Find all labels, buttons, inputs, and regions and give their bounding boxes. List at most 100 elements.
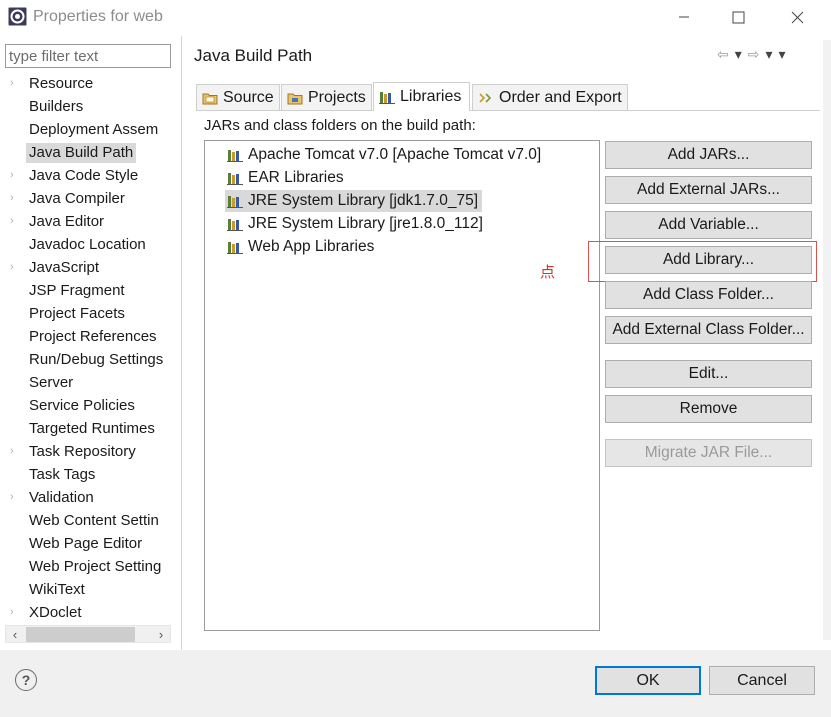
cancel-button[interactable]: Cancel [709, 666, 815, 695]
add-external-class-folder-button[interactable]: Add External Class Folder... [605, 316, 812, 344]
expand-chevron-icon[interactable]: › [10, 169, 14, 181]
tree-item[interactable]: Web Content Settin [0, 509, 181, 532]
tab-label: Projects [308, 88, 366, 106]
tab-label: Source [223, 88, 274, 106]
expand-chevron-icon[interactable]: › [10, 261, 14, 273]
tree-item[interactable]: Server [0, 371, 181, 394]
edit-button[interactable]: Edit... [605, 360, 812, 388]
library-item-label: Apache Tomcat v7.0 [Apache Tomcat v7.0] [248, 146, 542, 163]
expand-chevron-icon[interactable]: › [10, 606, 14, 618]
tree-item[interactable]: Web Page Editor [0, 532, 181, 555]
add-jars-button[interactable]: Add JARs... [605, 141, 812, 169]
migrate-jar-file-button: Migrate JAR File... [605, 439, 812, 467]
tab-libraries[interactable]: Libraries [373, 82, 470, 111]
pane-splitter[interactable] [181, 36, 182, 650]
forward-arrow-icon[interactable]: ⇨ [748, 46, 760, 63]
library-item[interactable]: Apache Tomcat v7.0 [Apache Tomcat v7.0] [225, 144, 541, 166]
tree-item-label: Validation [29, 489, 94, 506]
tree-item-label: Resource [29, 75, 94, 92]
tree-item-label: Java Code Style [29, 167, 139, 184]
tree-item[interactable]: › Validation [0, 486, 181, 509]
scrollbar-thumb[interactable] [26, 627, 135, 642]
tree-item-label: Web Page Editor [29, 535, 143, 552]
expand-chevron-icon[interactable]: › [10, 491, 14, 503]
minimize-button[interactable] [664, 4, 704, 30]
tree-item[interactable]: › JavaScript [0, 256, 181, 279]
scroll-left-icon[interactable]: ‹ [7, 626, 23, 643]
ok-button[interactable]: OK [595, 666, 701, 695]
vertical-scrollbar[interactable] [823, 40, 831, 640]
tree-item-label: Task Tags [29, 466, 96, 483]
tab-source[interactable]: Source [196, 84, 280, 110]
tree-item-label: Task Repository [29, 443, 136, 460]
library-item[interactable]: JRE System Library [jre1.8.0_112] [225, 213, 483, 235]
add-class-folder-button[interactable]: Add Class Folder... [605, 281, 812, 309]
tree-item-label: Project Facets [29, 305, 125, 322]
tree-item[interactable]: Builders [0, 95, 181, 118]
eclipse-app-icon [8, 7, 27, 26]
tab-order-and-export[interactable]: Order and Export [472, 84, 628, 110]
annotation-text: 点 [540, 264, 556, 281]
tree-item-label: Deployment Assem [29, 121, 159, 138]
tree-item[interactable]: Project References [0, 325, 181, 348]
library-item-label: JRE System Library [jdk1.7.0_75] [248, 192, 479, 209]
back-menu-chevron-icon[interactable]: ▾ [735, 46, 742, 63]
tab-label: Libraries [400, 88, 462, 105]
library-icon [227, 219, 243, 231]
tree-item-label: Project References [29, 328, 157, 345]
tree-item-label: Java Build Path [26, 143, 137, 163]
expand-chevron-icon[interactable]: › [10, 445, 14, 457]
tree-item[interactable]: › Task Repository [0, 440, 181, 463]
tree-item[interactable]: › Java Code Style [0, 164, 181, 187]
expand-chevron-icon[interactable]: › [10, 192, 14, 204]
add-variable-button[interactable]: Add Variable... [605, 211, 812, 239]
tab-projects[interactable]: Projects [281, 84, 372, 110]
page-header: Java Build Path ⇦ ▾ ⇨ ▾ ▾ [182, 36, 831, 76]
library-item-label: JRE System Library [jre1.8.0_112] [248, 215, 483, 232]
tree-item[interactable]: › Resource [0, 72, 181, 95]
tree-item[interactable]: Run/Debug Settings [0, 348, 181, 371]
tree-item[interactable]: Service Policies [0, 394, 181, 417]
horizontal-scrollbar[interactable]: ‹ › [5, 625, 171, 643]
add-library-button[interactable]: Add Library... [605, 246, 812, 274]
tree-item[interactable]: Targeted Runtimes [0, 417, 181, 440]
library-list[interactable]: Apache Tomcat v7.0 [Apache Tomcat v7.0] E… [204, 140, 600, 631]
view-menu-chevron-icon[interactable]: ▾ [779, 46, 786, 63]
tree-item[interactable]: Task Tags [0, 463, 181, 486]
library-item-label: EAR Libraries [248, 169, 344, 186]
title-bar: Properties for web [0, 0, 831, 36]
tree-item-label: JavaScript [29, 259, 100, 276]
tree-item[interactable]: Java Build Path [0, 141, 181, 164]
library-item[interactable]: Web App Libraries [225, 236, 374, 258]
expand-chevron-icon[interactable]: › [10, 215, 14, 227]
add-external-jars-button[interactable]: Add External JARs... [605, 176, 812, 204]
close-button[interactable] [777, 4, 817, 30]
help-icon[interactable]: ? [15, 669, 37, 691]
expand-chevron-icon[interactable]: › [10, 77, 14, 89]
tab-label: Order and Export [499, 88, 622, 106]
tree-item[interactable]: Web Project Setting [0, 555, 181, 578]
tree-item[interactable]: JSP Fragment [0, 279, 181, 302]
tree-item[interactable]: › Java Editor [0, 210, 181, 233]
remove-button[interactable]: Remove [605, 395, 812, 423]
libraries-heading: JARs and class folders on the build path… [204, 117, 476, 134]
tree-item[interactable]: WikiText [0, 578, 181, 601]
tree-item[interactable]: Project Facets [0, 302, 181, 325]
library-item[interactable]: EAR Libraries [225, 167, 344, 189]
tree-item[interactable]: › Java Compiler [0, 187, 181, 210]
close-icon [791, 11, 803, 23]
tree-item[interactable]: Deployment Assem [0, 118, 181, 141]
maximize-icon [732, 11, 744, 23]
library-icon [227, 150, 243, 162]
dialog-button-bar: ? OK Cancel [0, 650, 831, 717]
tree-item-label: Web Content Settin [29, 512, 159, 529]
tree-item[interactable]: Javadoc Location [0, 233, 181, 256]
library-item[interactable]: JRE System Library [jdk1.7.0_75] [225, 190, 483, 212]
scroll-right-icon[interactable]: › [153, 626, 169, 643]
back-arrow-icon[interactable]: ⇦ [717, 46, 729, 63]
filter-input[interactable] [5, 44, 171, 68]
forward-menu-chevron-icon[interactable]: ▾ [766, 46, 773, 63]
library-icon [227, 173, 243, 185]
tree-item[interactable]: › XDoclet [0, 601, 181, 624]
maximize-button[interactable] [718, 4, 758, 30]
